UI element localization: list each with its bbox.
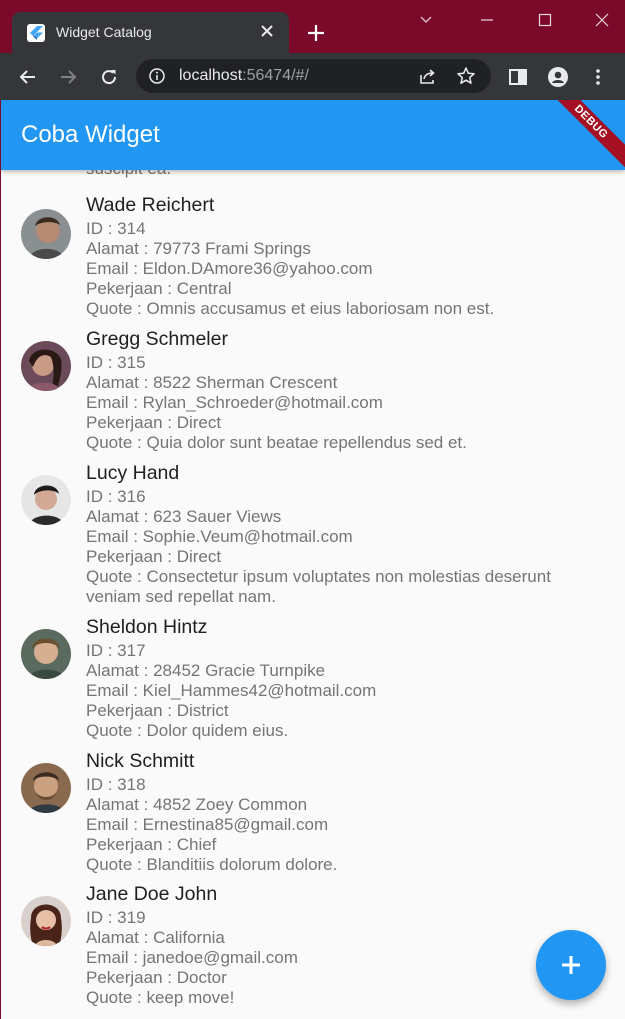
person-id: ID : 318 bbox=[86, 775, 146, 794]
person-details: Wade Reichert ID : 314 Alamat : 79773 Fr… bbox=[86, 192, 586, 319]
person-quote: Quote : Quia dolor sunt beatae repellend… bbox=[86, 433, 467, 452]
menu-dots-icon[interactable] bbox=[583, 62, 613, 92]
back-icon[interactable] bbox=[13, 62, 43, 92]
address-bar[interactable]: localhost:56474/#/ bbox=[136, 59, 491, 93]
close-icon[interactable] bbox=[257, 21, 277, 41]
share-icon[interactable] bbox=[418, 66, 438, 91]
avatar bbox=[21, 475, 71, 525]
avatar bbox=[21, 341, 71, 391]
tab-search-icon[interactable] bbox=[402, 0, 448, 40]
person-id: ID : 316 bbox=[86, 487, 146, 506]
person-details: Jane Doe John ID : 319 Alamat : Californ… bbox=[86, 881, 586, 1008]
person-id: ID : 315 bbox=[86, 353, 146, 372]
app-bar: Coba Widget bbox=[1, 100, 625, 170]
person-job: Pekerjaan : Doctor bbox=[86, 968, 227, 987]
window-close-icon[interactable] bbox=[578, 0, 624, 40]
person-details: Sheldon Hintz ID : 317 Alamat : 28452 Gr… bbox=[86, 614, 586, 741]
flutter-icon bbox=[27, 24, 45, 42]
url-path: :56474/#/ bbox=[242, 67, 309, 84]
person-details: Gregg Schmeler ID : 315 Alamat : 8522 Sh… bbox=[86, 326, 586, 453]
person-address: Alamat : 28452 Gracie Turnpike bbox=[86, 661, 326, 680]
person-name: Sheldon Hintz bbox=[86, 616, 208, 638]
forward-icon[interactable] bbox=[53, 62, 83, 92]
star-icon[interactable] bbox=[456, 66, 476, 91]
person-name: Wade Reichert bbox=[86, 194, 215, 216]
person-quote: Quote : Blanditiis dolorum dolore. bbox=[86, 855, 338, 874]
person-name: Jane Doe John bbox=[86, 883, 218, 905]
title-bar: Widget Catalog bbox=[0, 0, 625, 53]
person-job: Pekerjaan : Central bbox=[86, 279, 232, 298]
person-email: Email : Rylan_Schroeder@hotmail.com bbox=[86, 393, 383, 412]
tab-title: Widget Catalog bbox=[56, 24, 152, 40]
maximize-icon[interactable] bbox=[521, 0, 567, 40]
app-title: Coba Widget bbox=[21, 121, 160, 148]
person-quote: Quote : Dolor quidem eius. bbox=[86, 721, 289, 740]
person-details: Nick Schmitt ID : 318 Alamat : 4852 Zoey… bbox=[86, 748, 586, 875]
avatar bbox=[21, 763, 71, 813]
person-job: Pekerjaan : Direct bbox=[86, 413, 222, 432]
person-email: Email : janedoe@gmail.com bbox=[86, 948, 298, 967]
browser-toolbar: localhost:56474/#/ bbox=[0, 53, 625, 100]
info-icon[interactable] bbox=[149, 68, 165, 89]
person-address: Alamat : 4852 Zoey Common bbox=[86, 795, 308, 814]
url-host: localhost bbox=[179, 67, 243, 84]
reload-icon[interactable] bbox=[94, 62, 124, 92]
person-name: Lucy Hand bbox=[86, 462, 180, 484]
person-job: Pekerjaan : Chief bbox=[86, 835, 217, 854]
person-name: Gregg Schmeler bbox=[86, 328, 228, 350]
minimize-icon[interactable] bbox=[463, 0, 509, 40]
person-email: Email : Ernestina85@gmail.com bbox=[86, 815, 329, 834]
person-quote: Quote : Omnis accusamus et eius laborios… bbox=[86, 299, 495, 318]
person-address: Alamat : 623 Sauer Views bbox=[86, 507, 282, 526]
browser-tab[interactable]: Widget Catalog bbox=[12, 12, 289, 53]
add-icon bbox=[562, 956, 580, 974]
person-address: Alamat : California bbox=[86, 928, 225, 947]
avatar bbox=[21, 896, 71, 946]
sidepanel-icon[interactable] bbox=[503, 62, 533, 92]
person-email: Email : Eldon.DAmore36@yahoo.com bbox=[86, 259, 373, 278]
person-quote: Quote : keep move! bbox=[86, 988, 235, 1007]
person-details: Lucy Hand ID : 316 Alamat : 623 Sauer Vi… bbox=[86, 460, 586, 607]
person-address: Alamat : 8522 Sherman Crescent bbox=[86, 373, 338, 392]
profile-icon[interactable] bbox=[543, 62, 573, 92]
avatar bbox=[21, 209, 71, 259]
person-address: Alamat : 79773 Frami Springs bbox=[86, 239, 311, 258]
browser-window: Widget Catalog localhost:56474/#/ Coba W… bbox=[0, 0, 625, 1019]
url-text: localhost:56474/#/ bbox=[179, 67, 309, 85]
person-name: Nick Schmitt bbox=[86, 750, 195, 772]
person-id: ID : 319 bbox=[86, 908, 146, 927]
plus-icon[interactable] bbox=[302, 19, 330, 47]
person-email: Email : Sophie.Veum@hotmail.com bbox=[86, 527, 353, 546]
person-quote: Quote : Consectetur ipsum voluptates non… bbox=[86, 567, 551, 606]
app-viewport: Coba Widget DEBUG suscipit ea. Wade Reic… bbox=[1, 100, 625, 1019]
avatar bbox=[21, 629, 71, 679]
person-job: Pekerjaan : District bbox=[86, 701, 229, 720]
person-id: ID : 314 bbox=[86, 219, 146, 238]
person-email: Email : Kiel_Hammes42@hotmail.com bbox=[86, 681, 377, 700]
person-job: Pekerjaan : Direct bbox=[86, 547, 222, 566]
person-id: ID : 317 bbox=[86, 641, 146, 660]
add-button[interactable] bbox=[536, 930, 606, 1000]
